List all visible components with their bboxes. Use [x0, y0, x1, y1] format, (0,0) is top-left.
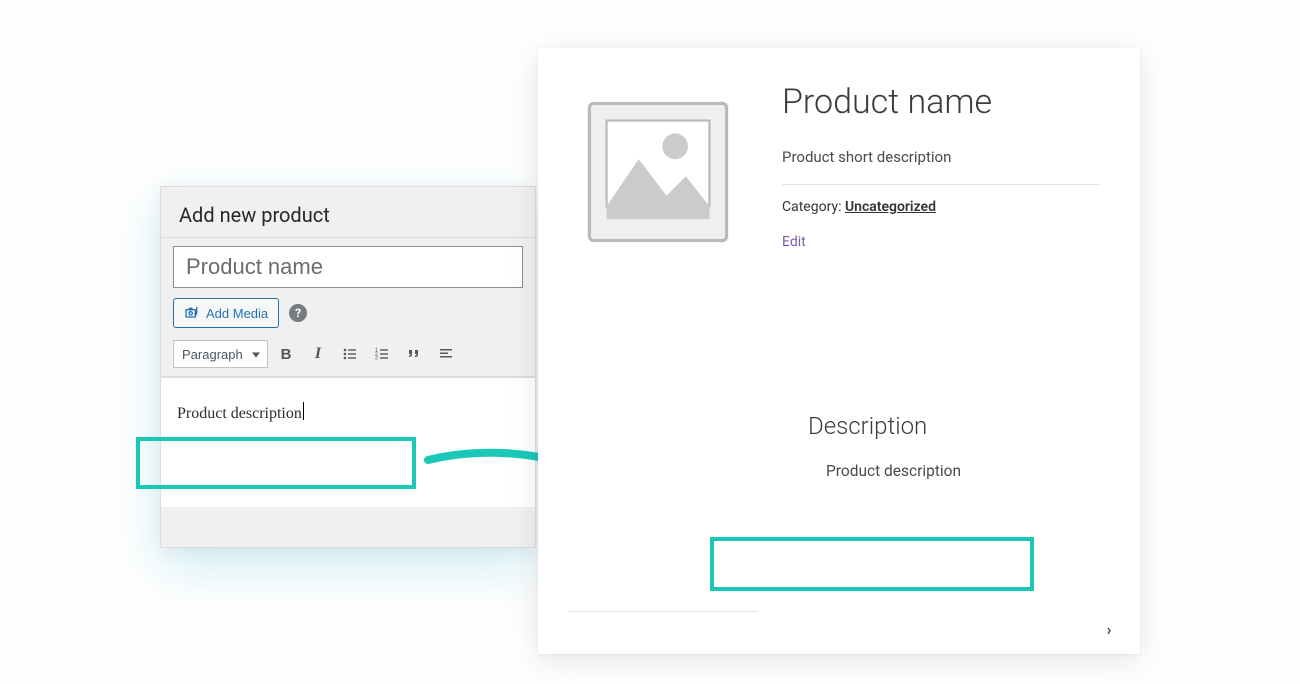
help-icon[interactable]: ?: [289, 304, 307, 322]
meta-divider: [782, 184, 1100, 185]
preview-short-description: Product short description: [782, 148, 1100, 166]
ordered-list-button[interactable]: 123: [368, 340, 396, 368]
add-media-label: Add Media: [206, 306, 268, 321]
bold-button[interactable]: B: [272, 340, 300, 368]
category-line: Category: Uncategorized: [782, 199, 1100, 215]
editor-textarea[interactable]: Product description: [161, 377, 535, 507]
product-image-placeholder: [568, 82, 748, 262]
preview-product-title: Product name: [782, 82, 1100, 122]
editor-heading: Add new product: [161, 187, 535, 238]
description-heading: Description: [808, 412, 1100, 440]
category-label: Category:: [782, 199, 845, 215]
camera-music-icon: [184, 305, 200, 321]
blockquote-button[interactable]: [400, 340, 428, 368]
product-preview-panel: Product name Product short description C…: [538, 48, 1140, 654]
italic-button[interactable]: I: [304, 340, 332, 368]
bullet-list-button[interactable]: [336, 340, 364, 368]
image-placeholder-icon: [583, 97, 733, 247]
text-caret: [303, 402, 304, 420]
product-title-input[interactable]: [173, 246, 523, 288]
editor-body-text: Product description: [177, 405, 302, 423]
format-dropdown[interactable]: Paragraph: [173, 340, 268, 368]
svg-text:3: 3: [375, 356, 378, 362]
description-body: Product description: [808, 450, 1100, 492]
edit-link[interactable]: Edit: [782, 234, 806, 250]
category-link[interactable]: Uncategorized: [845, 199, 936, 215]
align-button[interactable]: [432, 340, 460, 368]
chevron-right-icon[interactable]: ›: [1096, 616, 1122, 642]
bottom-divider: [568, 611, 758, 612]
add-media-button[interactable]: Add Media: [173, 298, 279, 328]
editor-toolbar: Paragraph B I 123: [161, 336, 535, 377]
editor-panel: Add new product Add Media ? Paragraph: [160, 186, 536, 548]
